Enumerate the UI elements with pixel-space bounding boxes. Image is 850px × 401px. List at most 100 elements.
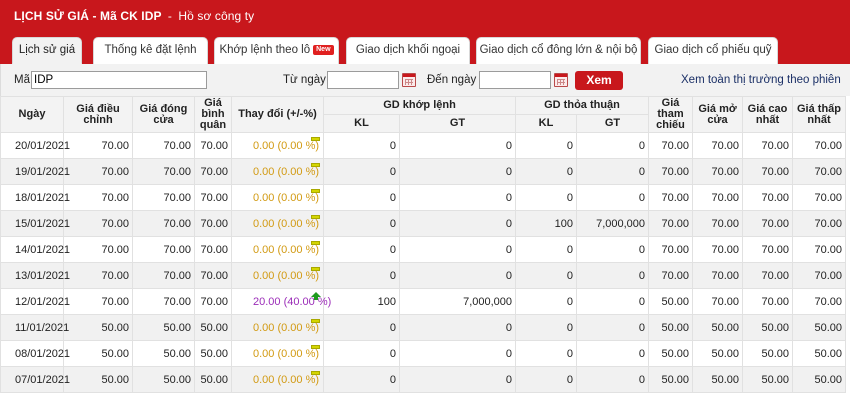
new-badge: New [313, 45, 334, 55]
cell-matched-volume: 0 [323, 132, 400, 159]
tab-label: Lịch sử giá [18, 44, 76, 56]
calendar-icon[interactable] [554, 73, 568, 87]
cell-reference-price: 70.00 [648, 210, 694, 237]
cell-open-price: 50.00 [692, 366, 744, 393]
tab-order-statistics[interactable]: Thống kê đặt lệnh [93, 37, 208, 64]
cell-date: 18/01/2021 [0, 184, 70, 211]
cell-negotiated-volume: 0 [515, 314, 578, 341]
cell-close-price: 70.00 [132, 184, 195, 211]
cell-low-price: 70.00 [792, 210, 847, 237]
cell-change: 0.00 (0.00 %) [231, 184, 324, 211]
cell-negotiated-value: 7,000,000 [576, 210, 650, 237]
table-row: 08/01/2021 50.00 50.00 50.00 0.00 (0.00 %) 0 0… [0, 340, 847, 367]
table-row: 12/01/2021 70.00 70.00 70.00 20.00 (40.00 %)… [0, 288, 847, 315]
cell-open-price: 70.00 [692, 210, 744, 237]
cell-high-price: 70.00 [742, 184, 794, 211]
cell-matched-value: 0 [398, 236, 517, 263]
cell-adjusted-price: 50.00 [63, 314, 133, 341]
cell-open-price: 70.00 [692, 184, 744, 211]
cell-average-price: 70.00 [194, 184, 232, 211]
col-low-price: Giá thấp nhất [792, 96, 847, 133]
cell-matched-volume: 0 [323, 340, 400, 367]
cell-change: 0.00 (0.00 %) [231, 340, 324, 367]
tab-label: Giao dịch khối ngoại [355, 44, 461, 56]
symbol-input[interactable] [31, 71, 207, 89]
cell-date: 19/01/2021 [0, 158, 70, 185]
page-title: LỊCH SỬ GIÁ - Mã CK IDP - Hồ sơ công ty [14, 9, 254, 23]
col-close-price: Giá đóng cửa [132, 96, 195, 133]
col-matched-volume: KL [323, 114, 400, 133]
cell-negotiated-volume: 0 [515, 184, 578, 211]
cell-negotiated-value: 0 [576, 158, 650, 185]
cell-average-price: 70.00 [194, 288, 232, 315]
change-value: 0.00 (0.00 %) [253, 191, 320, 204]
cell-high-price: 50.00 [742, 340, 794, 367]
cell-reference-price: 50.00 [648, 314, 694, 341]
cell-negotiated-value: 0 [576, 314, 650, 341]
symbol-label: Mã [14, 74, 30, 86]
cell-reference-price: 70.00 [648, 184, 694, 211]
tab-major-insider-trading[interactable]: Giao dịch cổ đông lớn & nội bộ [476, 37, 641, 64]
cell-open-price: 70.00 [692, 236, 744, 263]
view-whole-market-link[interactable]: Xem toàn thị trường theo phiên [681, 74, 841, 86]
cell-negotiated-value: 0 [576, 236, 650, 263]
tab-treasury-stock[interactable]: Giao dịch cổ phiếu quỹ [648, 37, 778, 64]
change-value: 0.00 (0.00 %) [253, 165, 320, 178]
view-button[interactable]: Xem [575, 71, 623, 90]
cell-average-price: 70.00 [194, 262, 232, 289]
cell-average-price: 50.00 [194, 366, 232, 393]
cell-negotiated-value: 0 [576, 184, 650, 211]
cell-adjusted-price: 70.00 [63, 132, 133, 159]
change-value: 20.00 (40.00 %) [253, 295, 332, 308]
col-open-price: Giá mở cửa [692, 96, 744, 133]
from-date-input[interactable] [327, 71, 399, 89]
cell-low-price: 50.00 [792, 366, 847, 393]
title-separator: - [167, 9, 172, 23]
cell-change: 20.00 (40.00 %) [231, 288, 331, 315]
tab-label: Thống kê đặt lệnh [104, 44, 197, 56]
no-change-icon [311, 241, 320, 245]
col-average-price: Giá bình quân [194, 96, 232, 133]
col-date: Ngày [0, 96, 64, 133]
cell-high-price: 70.00 [742, 236, 794, 263]
cell-low-price: 50.00 [792, 314, 847, 341]
cell-reference-price: 70.00 [648, 158, 694, 185]
cell-open-price: 50.00 [692, 314, 744, 341]
tab-bar: Lịch sử giá Thống kê đặt lệnh Khớp lệnh … [0, 32, 850, 64]
tab-matched-by-lot[interactable]: Khớp lệnh theo lô New [214, 37, 339, 64]
tab-price-history[interactable]: Lịch sử giá [12, 37, 82, 64]
cell-open-price: 70.00 [692, 132, 744, 159]
cell-negotiated-volume: 0 [515, 340, 578, 367]
table-body: 20/01/2021 70.00 70.00 70.00 0.00 (0.00 %) 0 0… [0, 132, 847, 393]
tab-foreign-trading[interactable]: Giao dịch khối ngoại [346, 37, 470, 64]
calendar-icon[interactable] [402, 73, 416, 87]
search-bar: Mã Từ ngày Đến ngày Xem Xem toàn thị trư… [0, 64, 850, 96]
change-value: 0.00 (0.00 %) [253, 139, 320, 152]
no-change-icon [311, 137, 320, 141]
cell-adjusted-price: 70.00 [63, 184, 133, 211]
col-reference-price: Giá tham chiếu [648, 96, 694, 133]
cell-adjusted-price: 70.00 [63, 288, 133, 315]
no-change-icon [311, 163, 320, 167]
no-change-icon [311, 319, 320, 323]
col-negotiated-volume: KL [515, 114, 578, 133]
cell-negotiated-volume: 100 [515, 210, 578, 237]
cell-matched-volume: 0 [323, 366, 400, 393]
cell-negotiated-value: 0 [576, 288, 650, 315]
cell-date: 13/01/2021 [0, 262, 70, 289]
cell-negotiated-volume: 0 [515, 132, 578, 159]
cell-high-price: 70.00 [742, 210, 794, 237]
cell-matched-value: 0 [398, 184, 517, 211]
cell-reference-price: 50.00 [648, 340, 694, 367]
cell-low-price: 70.00 [792, 132, 847, 159]
page-header: LỊCH SỬ GIÁ - Mã CK IDP - Hồ sơ công ty [0, 0, 850, 32]
cell-average-price: 70.00 [194, 158, 232, 185]
col-group-matched: GD khớp lệnh [322, 96, 517, 115]
to-date-input[interactable] [479, 71, 551, 89]
cell-low-price: 70.00 [792, 158, 847, 185]
company-profile-link[interactable]: Hồ sơ công ty [178, 9, 254, 23]
cell-adjusted-price: 70.00 [63, 236, 133, 263]
cell-low-price: 70.00 [792, 184, 847, 211]
arrow-up-icon [311, 292, 321, 300]
table-row: 20/01/2021 70.00 70.00 70.00 0.00 (0.00 %) 0 0… [0, 132, 847, 159]
